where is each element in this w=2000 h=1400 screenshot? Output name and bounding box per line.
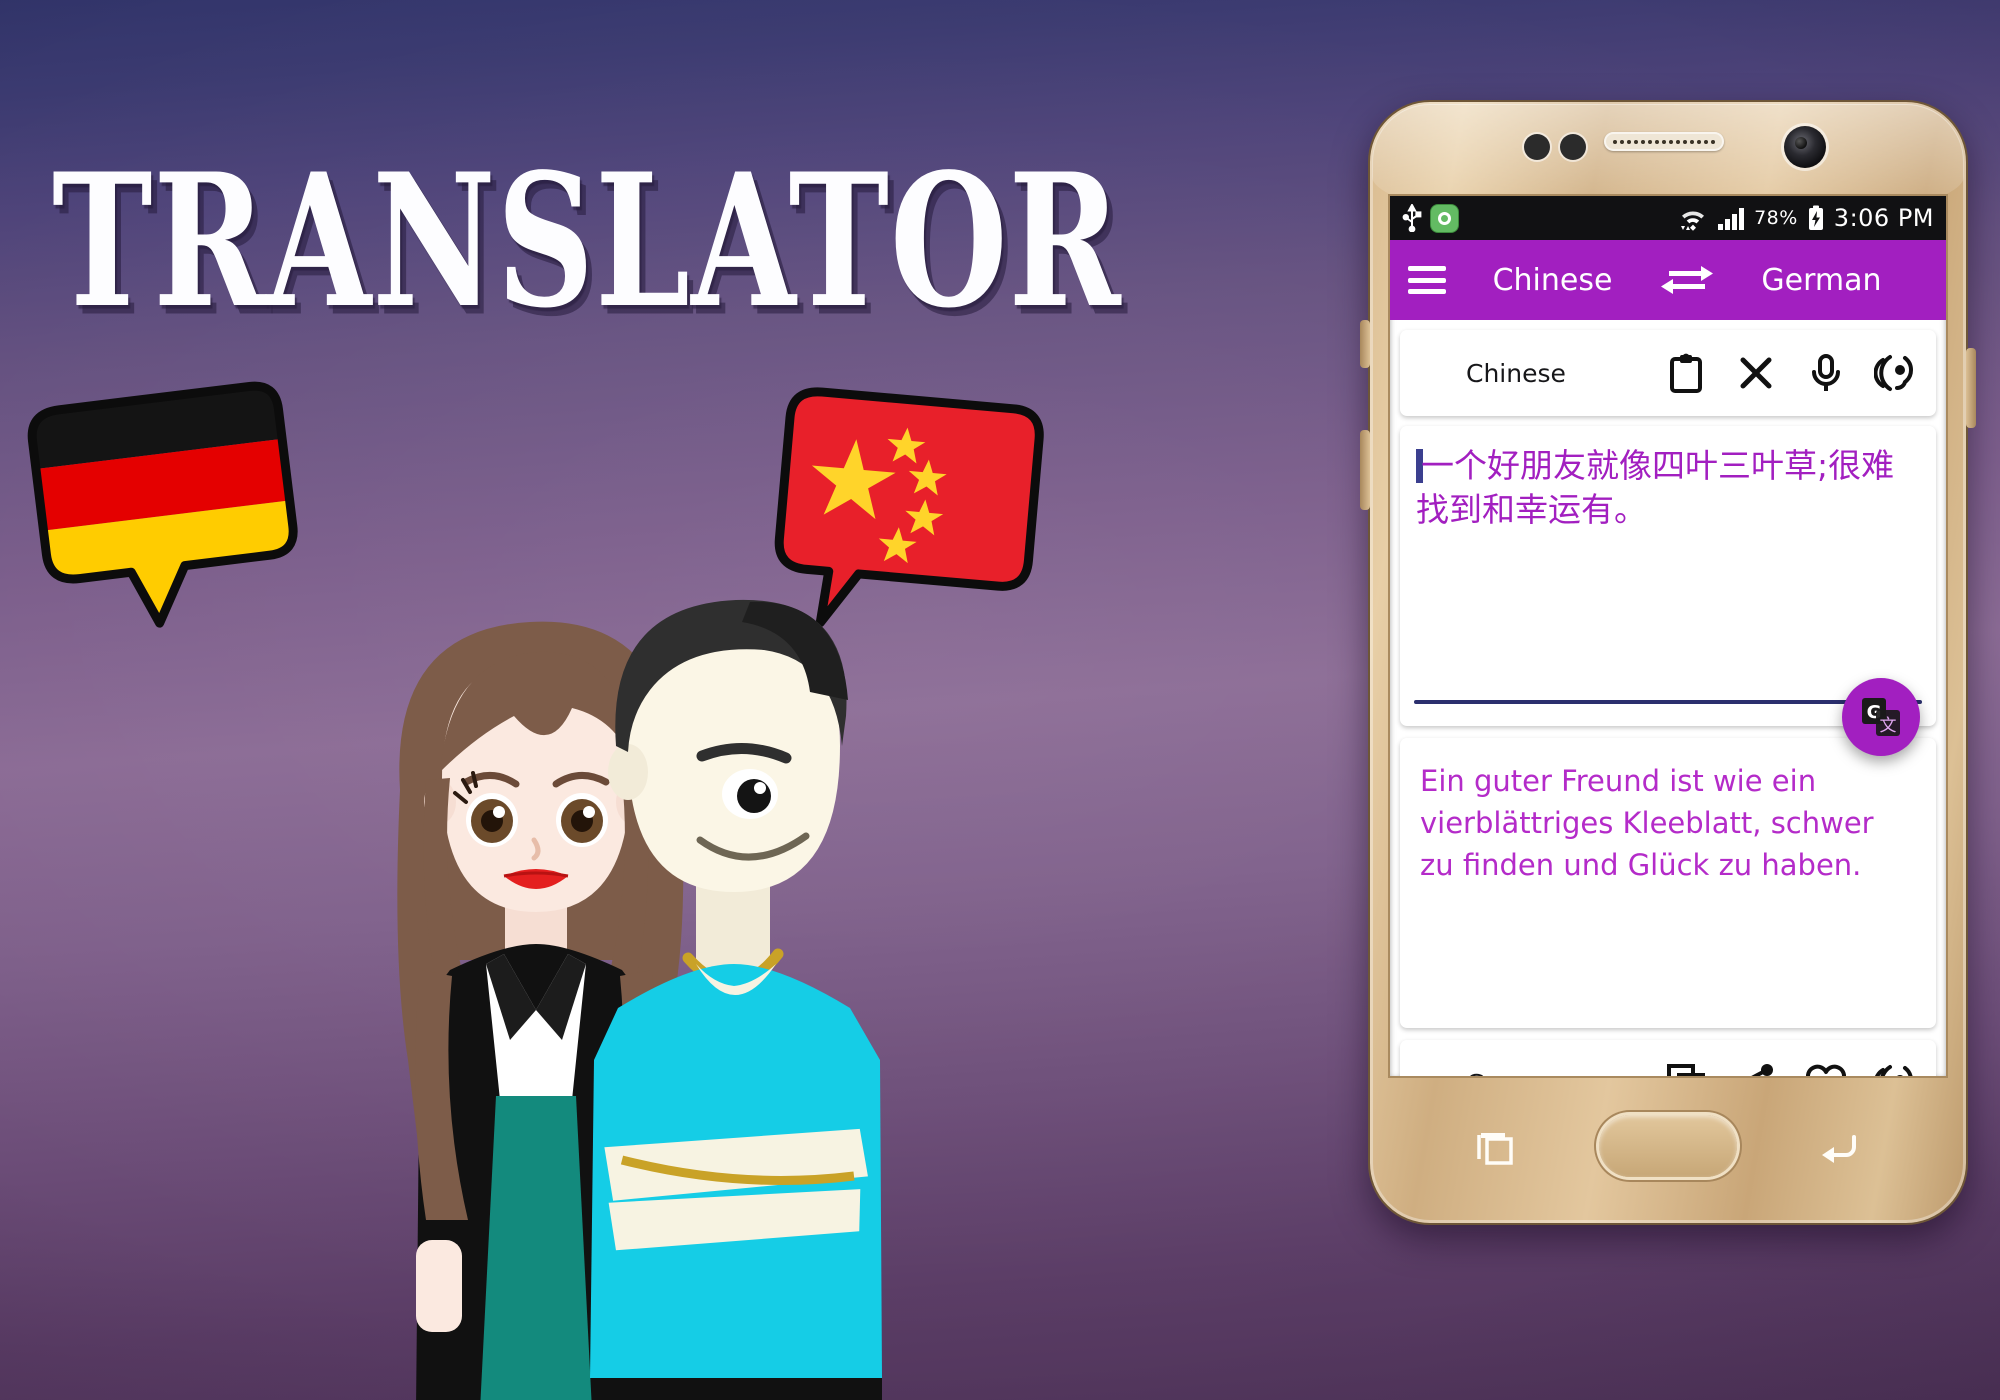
front-camera-icon: [1784, 126, 1826, 168]
phone-mockup: 78% 3:06 PM Chinese German Chinese 一个好朋友…: [1360, 100, 1976, 1225]
back-icon[interactable]: [1818, 1129, 1862, 1167]
phone-nav-bar: [1368, 1107, 1968, 1197]
favorite-icon[interactable]: [1804, 1061, 1848, 1076]
clear-icon[interactable]: [1734, 351, 1778, 395]
man-character: [590, 599, 882, 1400]
share-icon[interactable]: [1734, 1061, 1778, 1076]
hamburger-menu-icon[interactable]: [1408, 266, 1446, 294]
battery-charging-icon: [1808, 205, 1823, 230]
speaker-icon[interactable]: [1874, 351, 1918, 395]
page-title: TRANSLATOR: [52, 134, 1122, 349]
google-translate-icon: G 文: [1862, 698, 1900, 736]
source-language-selector[interactable]: Chinese: [1446, 263, 1659, 298]
paste-icon[interactable]: [1664, 351, 1708, 395]
translate-fab[interactable]: G 文: [1842, 678, 1920, 756]
power-button[interactable]: [1966, 348, 1976, 428]
source-text-wrap: 一个好朋友就像四叶三叶草;很难找到和幸运有。: [1416, 444, 1920, 531]
target-toolbar: German: [1400, 1040, 1936, 1076]
phone-screen: 78% 3:06 PM Chinese German Chinese 一个好朋友…: [1390, 196, 1946, 1076]
wifi-icon: [1681, 211, 1705, 231]
battery-percent: 78%: [1754, 207, 1798, 229]
green-app-icon: [1431, 204, 1458, 232]
app-bar: Chinese German: [1390, 240, 1946, 320]
volume-down-button[interactable]: [1360, 430, 1370, 510]
earpiece-speaker-icon: [1604, 132, 1724, 151]
microphone-icon[interactable]: [1804, 351, 1848, 395]
copy-icon[interactable]: [1664, 1061, 1708, 1076]
recents-icon[interactable]: [1474, 1129, 1518, 1167]
source-text: 一个好朋友就像四叶三叶草;很难找到和幸运有。: [1416, 446, 1895, 529]
signal-icon: [1718, 208, 1745, 230]
volume-up-button[interactable]: [1360, 320, 1370, 368]
source-language-label: Chinese: [1466, 358, 1566, 388]
phone-top-sensors: [1368, 126, 1968, 172]
usb-icon: [1402, 204, 1422, 232]
status-time: 3:06 PM: [1833, 204, 1934, 232]
source-toolbar: Chinese: [1400, 330, 1936, 416]
result-panel: Ein guter Freund ist wie ein vierblättri…: [1400, 738, 1936, 1028]
german-flag-bubble: [14, 377, 309, 646]
proximity-sensor-icon: [1524, 134, 1550, 160]
target-language-selector[interactable]: German: [1715, 263, 1928, 298]
speaker-icon[interactable]: [1874, 1061, 1918, 1076]
home-button[interactable]: [1599, 1115, 1737, 1177]
status-bar: 78% 3:06 PM: [1390, 196, 1946, 240]
translated-text: Ein guter Freund ist wie ein vierblättri…: [1420, 764, 1874, 883]
poster-canvas: TRANSLATOR 78% 3:06 PM Chinese German Ch…: [0, 0, 2000, 1400]
target-language-label: German: [1466, 1069, 1566, 1077]
svg-text:文: 文: [1880, 716, 1897, 736]
swap-languages-icon[interactable]: [1659, 260, 1715, 300]
source-text-input[interactable]: 一个好朋友就像四叶三叶草;很难找到和幸运有。: [1400, 426, 1936, 726]
light-sensor-icon: [1560, 134, 1586, 160]
